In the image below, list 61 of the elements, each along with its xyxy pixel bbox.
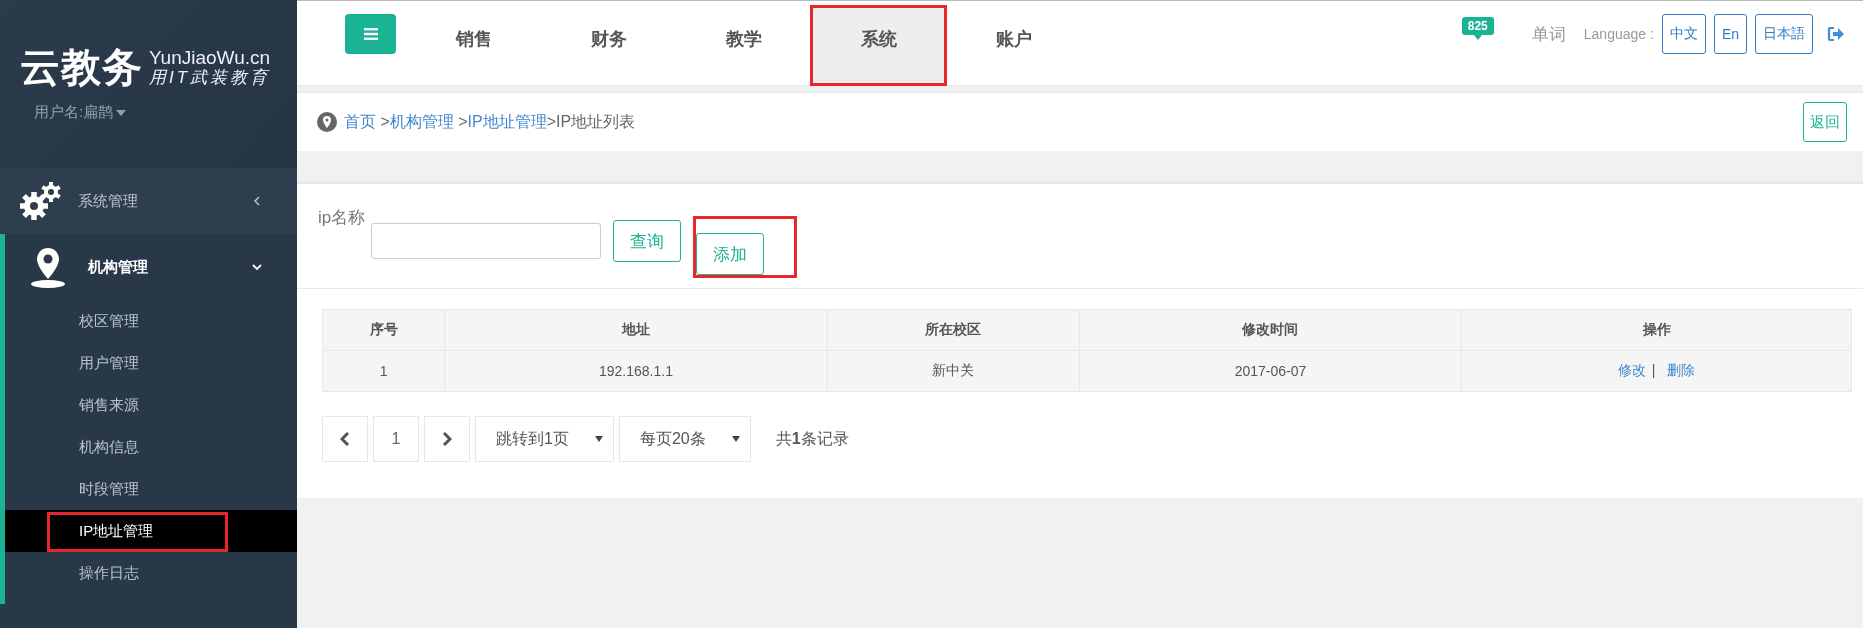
breadcrumb-link[interactable]: 机构管理: [389, 111, 454, 133]
ip-name-field[interactable]: [371, 223, 602, 259]
language-button[interactable]: 中文: [1661, 14, 1706, 54]
nav-tab[interactable]: 账户: [946, 6, 1081, 85]
nav-tab[interactable]: 销售: [406, 6, 541, 85]
page-size-select[interactable]: 每页20条: [618, 416, 751, 462]
ip-name-label: ip名称: [318, 207, 366, 229]
chevron-right-icon: [442, 432, 452, 446]
menu-button[interactable]: [345, 14, 396, 54]
column-header: 所在校区: [827, 309, 1080, 351]
table-cell: 1: [322, 350, 445, 392]
column-header: 修改时间: [1079, 309, 1462, 351]
menu-icon: [363, 28, 378, 40]
breadcrumb-link[interactable]: IP地址管理: [467, 111, 547, 133]
action-separator: |: [1651, 362, 1656, 378]
breadcrumb-separator: >: [379, 113, 390, 131]
nav-tab[interactable]: 教学: [676, 6, 811, 85]
table-cell: 192.168.1.1: [444, 350, 828, 392]
column-header: 序号: [322, 309, 445, 351]
chevron-left-icon: [252, 196, 262, 206]
gears-icon: [20, 181, 62, 221]
location-pin-icon: [30, 246, 66, 288]
submenu-item[interactable]: 机构信息: [5, 426, 297, 468]
chevron-left-icon: [340, 432, 350, 446]
breadcrumb-link[interactable]: 首页: [344, 111, 376, 133]
nav-tab[interactable]: 系统: [811, 6, 946, 85]
page-number-button[interactable]: 1: [373, 416, 419, 462]
column-header: 地址: [444, 309, 828, 351]
edit-link[interactable]: 修改: [1617, 362, 1646, 378]
breadcrumb-current: >IP地址列表: [546, 111, 636, 132]
nav-tab[interactable]: 财务: [541, 6, 676, 85]
delete-link[interactable]: 删除: [1667, 362, 1696, 378]
total-records: 共1条记录: [775, 428, 849, 449]
table-cell: 新中关: [827, 350, 1080, 392]
user-menu[interactable]: 用户名:扁鹊: [20, 95, 127, 122]
menu-item[interactable]: 系统管理: [0, 168, 297, 234]
jump-to-page-select[interactable]: 跳转到1页: [475, 416, 614, 462]
chevron-down-icon: [252, 262, 262, 272]
caret-icon: [116, 109, 127, 116]
logo-slogan: 用IT武装教育: [149, 68, 271, 88]
submenu-item[interactable]: 销售来源: [5, 384, 297, 426]
dropdown-arrow-icon: [731, 436, 740, 442]
breadcrumb-separator: >: [457, 113, 468, 131]
language-label: Language :: [1583, 26, 1654, 42]
language-button[interactable]: En: [1713, 14, 1747, 54]
previous-page-button[interactable]: [322, 416, 368, 462]
submenu-item[interactable]: 校区管理: [5, 300, 297, 342]
next-page-button[interactable]: [424, 416, 470, 462]
location-pin-icon: [317, 112, 337, 132]
column-header: 操作: [1461, 309, 1852, 351]
table-cell: 2017-06-07: [1079, 350, 1462, 392]
submenu-item[interactable]: 用户管理: [5, 342, 297, 384]
logo-title: 云教务: [20, 44, 143, 91]
logo-domain: YunJiaoWu.cn: [149, 47, 271, 68]
submenu-item[interactable]: IP地址管理: [5, 510, 297, 552]
logout-icon[interactable]: [1827, 26, 1845, 42]
menu-item[interactable]: 机构管理: [5, 234, 297, 300]
submenu-item[interactable]: 操作日志: [5, 552, 297, 594]
submenu-item[interactable]: 时段管理: [5, 468, 297, 510]
language-button[interactable]: 日本語: [1755, 14, 1813, 54]
dropdown-arrow-icon: [594, 436, 603, 442]
